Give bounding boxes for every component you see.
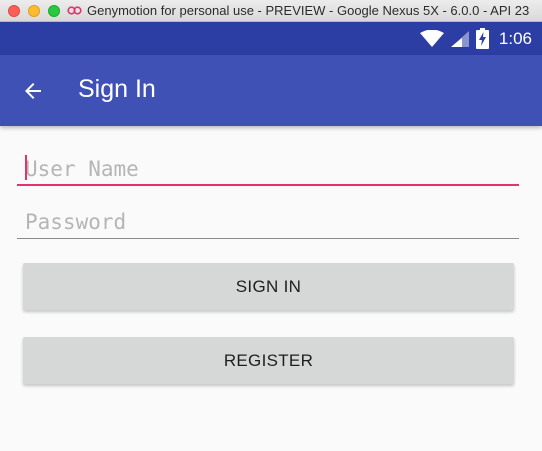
- wifi-icon: [419, 29, 444, 47]
- genymotion-logo-icon: [67, 6, 82, 15]
- password-underline: [17, 238, 519, 239]
- username-input[interactable]: [17, 146, 519, 186]
- close-window-button[interactable]: [8, 5, 20, 17]
- battery-charging-icon: [475, 28, 489, 49]
- window-title: Genymotion for personal use - PREVIEW - …: [87, 3, 530, 18]
- page-title: Sign In: [78, 75, 156, 103]
- zoom-window-button[interactable]: [48, 5, 60, 17]
- sign-in-button[interactable]: SIGN IN: [23, 263, 514, 310]
- password-field[interactable]: [17, 199, 519, 239]
- status-clock: 1:06: [498, 28, 532, 48]
- username-underline: [17, 184, 519, 186]
- text-cursor: [25, 155, 27, 180]
- username-field[interactable]: [17, 146, 519, 186]
- password-input[interactable]: [17, 199, 519, 239]
- back-button[interactable]: [18, 76, 48, 106]
- register-button[interactable]: REGISTER: [23, 337, 514, 384]
- cell-signal-icon: [450, 30, 469, 47]
- window-titlebar: Genymotion for personal use - PREVIEW - …: [0, 0, 542, 22]
- toolbar: Sign In: [0, 55, 542, 126]
- minimize-window-button[interactable]: [28, 5, 40, 17]
- android-status-bar: 1:06: [0, 22, 542, 55]
- arrow-back-icon: [25, 83, 41, 99]
